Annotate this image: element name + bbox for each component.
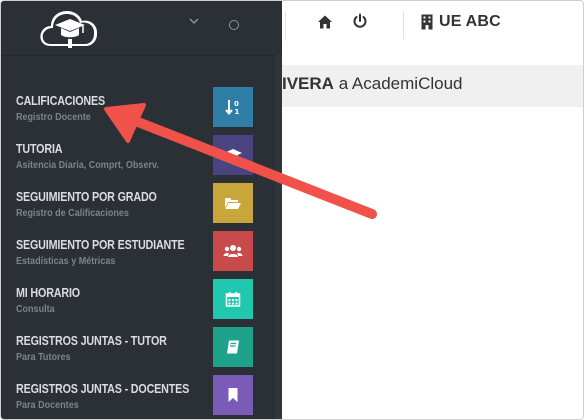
folder-open-icon[interactable] (213, 183, 253, 223)
sidebar-item-title: SEGUIMIENTO POR GRADO (16, 190, 157, 204)
circle-icon[interactable] (229, 20, 239, 30)
sidebar-item-subtitle: Consulta (16, 303, 55, 315)
cloud-graduation-cap-icon[interactable] (37, 6, 101, 50)
divider (285, 11, 286, 39)
sidebar-item-subtitle: Registro de Calificaciones (16, 207, 129, 219)
svg-text:1: 1 (235, 108, 240, 116)
users-icon[interactable] (213, 231, 253, 271)
sidebar-item-seguimiento-por-estudiante[interactable]: SEGUIMIENTO POR ESTUDIANTE Estadísticas y… (1, 227, 282, 275)
sidebar-item-mi-horario[interactable]: MI HORARIO Consulta (1, 275, 282, 323)
graduation-cap-icon[interactable] (213, 135, 253, 175)
home-icon[interactable] (317, 14, 333, 30)
sidebar-item-subtitle: Para Tutores (16, 351, 71, 363)
chevron-down-icon[interactable] (188, 15, 200, 27)
bookmark-icon[interactable] (213, 375, 253, 415)
sidebar-item-registros-juntas-tutor[interactable]: REGISTROS JUNTAS - TUTOR Para Tutores (1, 323, 282, 371)
sidebar-item-title: SEGUIMIENTO POR ESTUDIANTE (16, 238, 185, 252)
sidebar-item-seguimiento-por-grado[interactable]: SEGUIMIENTO POR GRADO Registro de Calific… (1, 179, 282, 227)
welcome-banner: IVERA a AcademiCloud (282, 65, 583, 107)
sidebar-item-title: TUTORIA (16, 142, 63, 156)
sidebar-item-title: MI HORARIO (16, 286, 80, 300)
book-icon[interactable] (213, 327, 253, 367)
divider (403, 11, 404, 39)
user-name: IVERA (282, 74, 334, 93)
sidebar-item-title: REGISTROS JUNTAS - TUTOR (16, 334, 167, 348)
svg-text:0: 0 (234, 100, 239, 108)
welcome-message: a AcademiCloud (333, 74, 463, 93)
sort-numeric-icon[interactable]: 01 (213, 87, 253, 127)
app-window: UE ABC IVERA a AcademiCloud CALIFICACION… (0, 0, 584, 420)
sidebar-item-calificaciones[interactable]: CALIFICACIONES Registro Docente 0 1 (1, 83, 282, 131)
sidebar-item-tutoria[interactable]: TUTORIA Asitencia Diaria, Comprt, Observ. (1, 131, 282, 179)
school-name: UE ABC (439, 13, 501, 30)
calendar-icon[interactable] (213, 279, 253, 319)
welcome-text: IVERA a AcademiCloud (282, 74, 463, 94)
sidebar-item-subtitle: Para Docentes (16, 399, 79, 411)
sidebar: CALIFICACIONES Registro Docente 0 1 TUTORIA A… (1, 1, 282, 419)
building-icon (421, 14, 433, 30)
sidebar-item-subtitle: Estadísticas y Métricas (16, 255, 116, 267)
sidebar-item-title: REGISTROS JUNTAS - DOCENTES (16, 382, 190, 396)
sidebar-item-title: CALIFICACIONES (16, 94, 105, 108)
sidebar-item-registros-juntas-docentes[interactable]: REGISTROS JUNTAS - DOCENTES Para Docentes (1, 371, 282, 419)
sidebar-header (1, 1, 282, 56)
power-icon[interactable] (352, 13, 368, 29)
sidebar-item-subtitle: Asitencia Diaria, Comprt, Observ. (16, 159, 159, 171)
sidebar-item-subtitle: Registro Docente (16, 111, 91, 123)
